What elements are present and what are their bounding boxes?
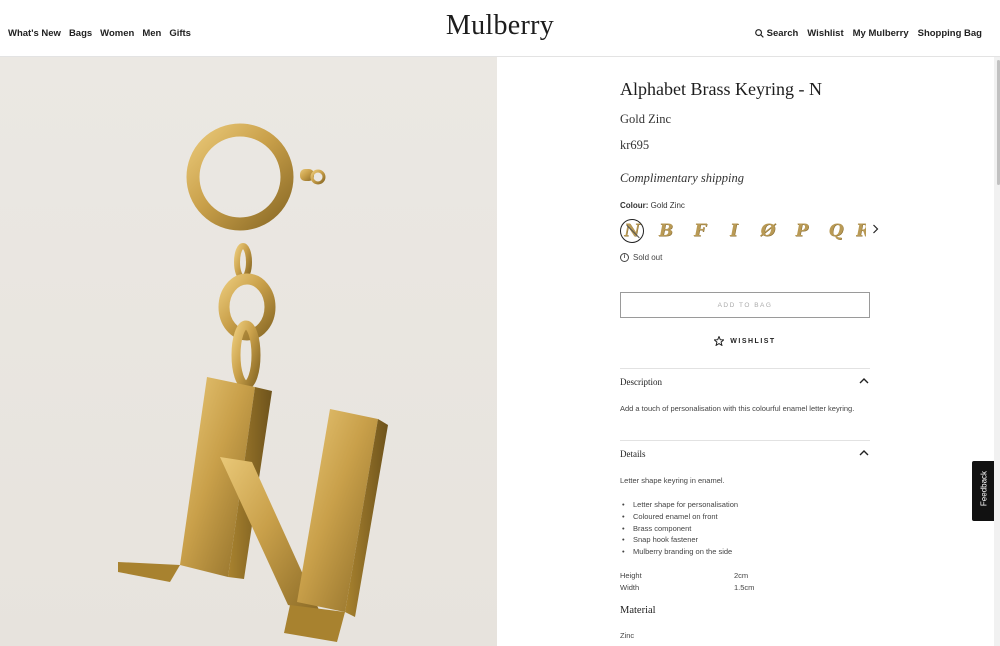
colour-swatches: N B F I Ø P Q R — [620, 217, 890, 245]
main-nav: What's New Bags Women Men Gifts — [8, 28, 191, 39]
divider — [620, 368, 870, 369]
accordion-details-label: Details — [620, 449, 646, 459]
nav-bags[interactable]: Bags — [69, 28, 92, 39]
list-item: Snap hook fastener — [620, 534, 870, 546]
chevron-up-icon — [859, 450, 869, 456]
details-list: Letter shape for personalisation Coloure… — [620, 499, 870, 558]
nav-gifts[interactable]: Gifts — [169, 28, 191, 39]
swatch-o-slash[interactable]: Ø — [756, 219, 780, 243]
info-icon: i — [620, 253, 629, 262]
swatch-f[interactable]: F — [688, 219, 712, 243]
shipping-note: Complimentary shipping — [620, 171, 744, 185]
material-text: Zinc — [620, 631, 635, 640]
spec-key: Height — [620, 571, 642, 580]
swatch-i[interactable]: I — [722, 219, 746, 243]
swatch-q[interactable]: Q — [824, 219, 848, 243]
colour-label-value: Gold Zinc — [650, 201, 685, 210]
swatch-letter: P — [795, 221, 809, 241]
list-item: Letter shape for personalisation — [620, 499, 870, 511]
swatch-n[interactable]: N — [620, 219, 644, 243]
accordion-details[interactable]: Details — [620, 447, 870, 465]
list-item: Brass component — [620, 523, 870, 535]
description-text: Add a touch of personalisation with this… — [620, 404, 855, 413]
swatch-r[interactable]: R — [856, 219, 866, 243]
chevron-up-icon — [859, 378, 869, 384]
spec-row: Width 1.5cm — [620, 582, 870, 594]
site-logo[interactable]: Mulberry — [446, 10, 554, 41]
stock-status-text: Sold out — [633, 253, 663, 262]
colour-selector-label: Colour: Gold Zinc — [620, 201, 685, 210]
details-intro: Letter shape keyring in enamel. — [620, 476, 725, 485]
site-header: What's New Bags Women Men Gifts Mulberry… — [0, 0, 1000, 57]
swatch-letter: Ø — [760, 221, 776, 241]
feedback-label: Feedback — [979, 470, 989, 507]
wishlist-label: WISHLIST — [730, 337, 776, 345]
utility-nav: Search Wishlist My Mulberry Shopping Bag — [754, 28, 982, 39]
wishlist-link[interactable]: Wishlist — [807, 28, 843, 39]
stock-status: i Sold out — [620, 253, 662, 262]
nav-men[interactable]: Men — [142, 28, 161, 39]
chevron-right-icon[interactable] — [872, 223, 879, 237]
nav-whats-new[interactable]: What's New — [8, 28, 61, 39]
product-colour-name: Gold Zinc — [620, 112, 672, 126]
spec-row: Height 2cm — [620, 570, 870, 582]
search-link[interactable]: Search — [754, 28, 799, 39]
product-image — [0, 57, 497, 646]
swatch-letter: R — [856, 221, 866, 241]
divider — [620, 440, 870, 441]
list-item: Mulberry branding on the side — [620, 546, 870, 558]
feedback-tab[interactable]: Feedback — [972, 461, 996, 521]
keyring-illustration — [118, 123, 388, 642]
swatch-letter: Q — [828, 221, 844, 241]
swatch-letter: B — [658, 221, 674, 241]
shopping-bag-link[interactable]: Shopping Bag — [918, 28, 982, 39]
my-mulberry-link[interactable]: My Mulberry — [853, 28, 909, 39]
swatch-p[interactable]: P — [790, 219, 814, 243]
spec-value: 1.5cm — [734, 582, 755, 592]
swatch-letter: F — [693, 221, 707, 241]
swatch-letter: I — [730, 221, 738, 241]
material-heading: Material — [620, 605, 656, 616]
add-to-bag-button[interactable]: Add to bag — [620, 292, 870, 318]
spec-key: Width — [620, 582, 640, 592]
product-price: kr695 — [620, 138, 650, 152]
dimensions-table: Height 2cm Width 1.5cm — [620, 570, 870, 594]
nav-women[interactable]: Women — [100, 28, 134, 39]
product-title: Alphabet Brass Keyring - N — [620, 79, 822, 99]
search-label: Search — [766, 28, 799, 39]
search-icon — [754, 29, 764, 38]
list-item: Coloured enamel on front — [620, 511, 870, 523]
accordion-description-label: Description — [620, 377, 662, 387]
swatch-b[interactable]: B — [654, 219, 678, 243]
star-icon — [714, 336, 725, 346]
accordion-description[interactable]: Description — [620, 375, 870, 393]
wishlist-button[interactable]: WISHLIST — [620, 336, 870, 346]
spec-value: 2cm — [734, 571, 749, 580]
colour-label-key: Colour: — [620, 201, 649, 210]
